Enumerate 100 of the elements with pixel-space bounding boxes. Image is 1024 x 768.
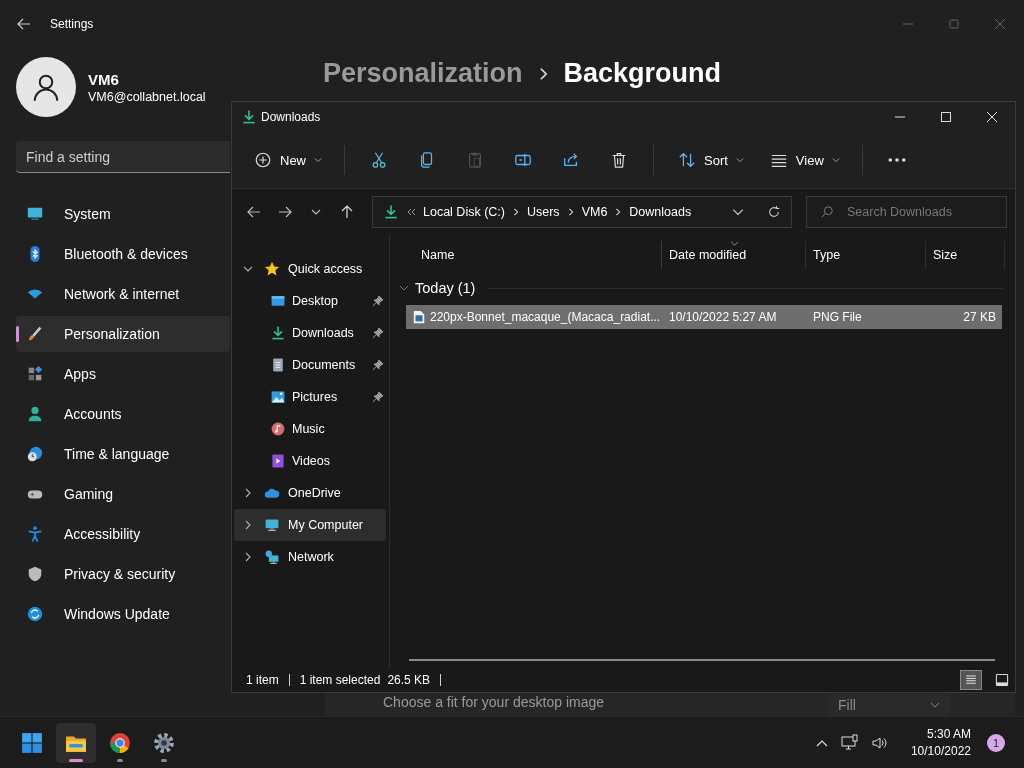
table-cell-text: 27 KB — [962, 310, 997, 324]
chevron-down-icon[interactable] — [243, 264, 253, 274]
column-header[interactable]: Size — [926, 241, 1005, 269]
taskbar-button[interactable] — [56, 722, 96, 763]
person-icon — [26, 405, 44, 423]
brush-icon — [26, 325, 44, 343]
maximize-icon — [941, 112, 951, 122]
monitor-icon — [264, 517, 280, 533]
chevron-right-icon[interactable] — [243, 552, 253, 562]
status-text: 26.5 KB — [387, 673, 431, 687]
chevron-right-icon[interactable] — [243, 520, 253, 530]
nav-item[interactable]: Personalization — [16, 316, 230, 352]
window-title: Settings — [50, 17, 94, 31]
nav-item[interactable]: Accounts — [16, 396, 230, 432]
path-segment[interactable]: VM6 — [581, 205, 608, 219]
pin-icon[interactable] — [372, 359, 384, 371]
group-header[interactable]: Today (1) — [415, 280, 476, 296]
nav-item[interactable]: Privacy & security — [16, 556, 230, 592]
clock-icon — [26, 445, 44, 463]
up-arrow-icon[interactable] — [339, 204, 355, 220]
clock-date[interactable]: 10/10/2022 — [910, 744, 971, 758]
share-icon — [562, 151, 580, 169]
tree-item[interactable]: Downloads — [234, 317, 386, 349]
tree-item[interactable]: Pictures — [234, 381, 386, 413]
windows-icon — [21, 731, 43, 754]
sort-icon — [678, 151, 696, 169]
setting-label: Choose a fit for your desktop image — [383, 694, 604, 710]
scrollbar[interactable] — [409, 659, 995, 661]
notification-badge[interactable]: 1 — [987, 733, 1005, 752]
nav-item[interactable]: Apps — [16, 356, 230, 392]
chevron-down-icon[interactable] — [399, 283, 409, 293]
fit-dropdown[interactable]: Fill — [828, 694, 950, 716]
download-icon — [270, 325, 286, 341]
nav-item[interactable]: Windows Update — [16, 596, 230, 632]
sync-icon — [26, 605, 44, 623]
pin-icon[interactable] — [372, 327, 384, 339]
nav-item[interactable]: Time & language — [16, 436, 230, 472]
gear-icon — [153, 731, 175, 754]
back-icon[interactable] — [246, 204, 262, 220]
column-header[interactable]: Name — [399, 241, 662, 269]
tree-item[interactable]: Network — [234, 541, 386, 573]
view-button[interactable]: View — [759, 142, 848, 178]
nav-item[interactable]: Network & internet — [16, 276, 230, 312]
music-icon — [270, 421, 286, 437]
chevron-right-icon[interactable] — [243, 488, 253, 498]
star-icon — [264, 261, 280, 277]
video-icon — [270, 453, 286, 469]
path-segment[interactable]: Local Disk (C:) — [423, 205, 505, 219]
tree-item[interactable]: My Computer — [234, 509, 386, 541]
clock-time[interactable]: 5:30 AM — [926, 727, 971, 741]
close-icon[interactable] — [995, 19, 1005, 29]
document-icon — [270, 357, 286, 373]
user-name: VM6 — [88, 70, 120, 88]
tree-item[interactable]: Documents — [234, 349, 386, 381]
column-header[interactable]: Date modified — [662, 241, 806, 269]
rename-icon — [514, 151, 532, 169]
trash-icon — [610, 151, 628, 169]
download-icon — [241, 109, 257, 125]
tree-item[interactable]: Quick access — [234, 253, 386, 285]
network-icon — [264, 549, 280, 565]
status-text: 1 item — [246, 673, 279, 687]
monitor-icon — [26, 205, 44, 223]
path-segment[interactable]: Users — [526, 205, 560, 219]
file-row[interactable]: 220px-Bonnet_macaque_(Macaca_radiat... 10/10/2022 5:27 AM PNG File 27 KB — [406, 305, 1002, 329]
caret-icon — [831, 156, 840, 164]
scissors-icon — [370, 151, 388, 169]
breadcrumb-link[interactable]: Personalization — [323, 58, 523, 89]
nav-item[interactable]: Gaming — [16, 476, 230, 512]
close-icon — [987, 112, 997, 122]
table-cell-text: PNG File — [812, 310, 863, 324]
chevron-down-icon[interactable] — [732, 206, 744, 218]
tree-item[interactable]: Desktop — [234, 285, 386, 317]
column-header[interactable]: Type — [806, 241, 926, 269]
pin-icon[interactable] — [372, 295, 384, 307]
more-icon — [887, 158, 906, 162]
new-button[interactable]: New — [244, 142, 330, 178]
caret-icon — [930, 700, 940, 710]
image-file-icon — [412, 310, 426, 324]
tree-item[interactable]: Videos — [234, 445, 386, 477]
picture-icon — [270, 389, 286, 405]
nav-item[interactable]: Bluetooth & devices — [16, 236, 230, 272]
address-bar[interactable]: Local Disk (C:) Users VM6 Downloads — [372, 196, 792, 228]
search-icon — [820, 205, 834, 219]
nav-item[interactable]: System — [16, 196, 230, 232]
pin-icon[interactable] — [372, 391, 384, 403]
paste-icon — [466, 151, 484, 169]
tree-item[interactable]: OneDrive — [234, 477, 386, 509]
network-icon[interactable] — [840, 733, 859, 752]
tree-item[interactable]: Music — [234, 413, 386, 445]
search-field[interactable]: Find a setting — [16, 141, 230, 173]
search-field[interactable]: Search Downloads — [806, 196, 1007, 228]
back-icon[interactable] — [16, 16, 32, 32]
nav-item[interactable]: Accessibility — [16, 516, 230, 552]
accessibility-icon — [26, 525, 44, 543]
sort-button[interactable]: Sort — [668, 142, 752, 178]
chevron-right-icon — [511, 208, 520, 216]
path-segment[interactable]: Downloads — [629, 205, 692, 219]
forward-icon[interactable] — [277, 204, 293, 220]
caret-icon — [735, 156, 744, 164]
refresh-icon[interactable] — [767, 205, 781, 219]
